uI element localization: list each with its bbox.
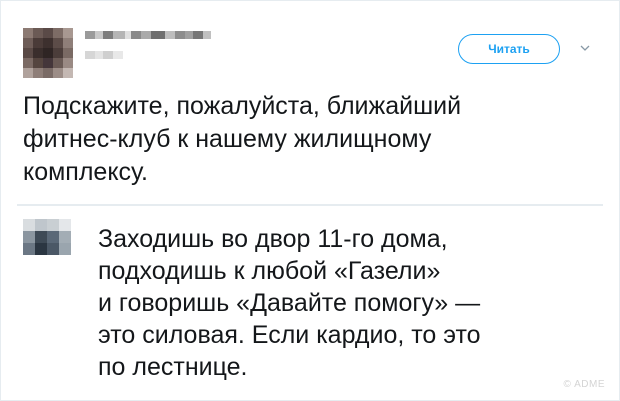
reply-text-line: и говоришь «Давайте помогу» —: [98, 289, 481, 317]
user-handle-blurred: [85, 51, 123, 59]
tweet-text-line: Подскажите, пожалуйста, ближайший: [23, 92, 462, 120]
tweet-text: Подскажите, пожалуйста, ближайший фитнес…: [23, 90, 583, 189]
tweet-text-line: комплексу.: [23, 158, 148, 186]
reply-text: Заходишь во двор 11-го дома, подходишь к…: [98, 223, 598, 383]
follow-button[interactable]: Читать: [458, 34, 560, 64]
reply-text-line: по лестнице.: [98, 353, 248, 381]
reply-text-line: Заходишь во двор 11-го дома,: [98, 225, 448, 253]
tweet-text-line: фитнес-клуб к нашему жилищному: [23, 125, 432, 153]
watermark: © ADME: [563, 379, 605, 390]
user-name-blurred[interactable]: [85, 31, 211, 47]
tweet-card: Читать Подскажите, пожалуйста, ближайший…: [0, 0, 620, 401]
chevron-down-icon[interactable]: [578, 41, 592, 55]
reply-text-line: подходишь к любой «Газели»: [98, 257, 441, 285]
reply-avatar[interactable]: [23, 219, 71, 255]
user-avatar[interactable]: [23, 28, 73, 78]
reply-text-line: это силовая. Если кардио, то это: [98, 321, 481, 349]
divider: [17, 204, 603, 206]
